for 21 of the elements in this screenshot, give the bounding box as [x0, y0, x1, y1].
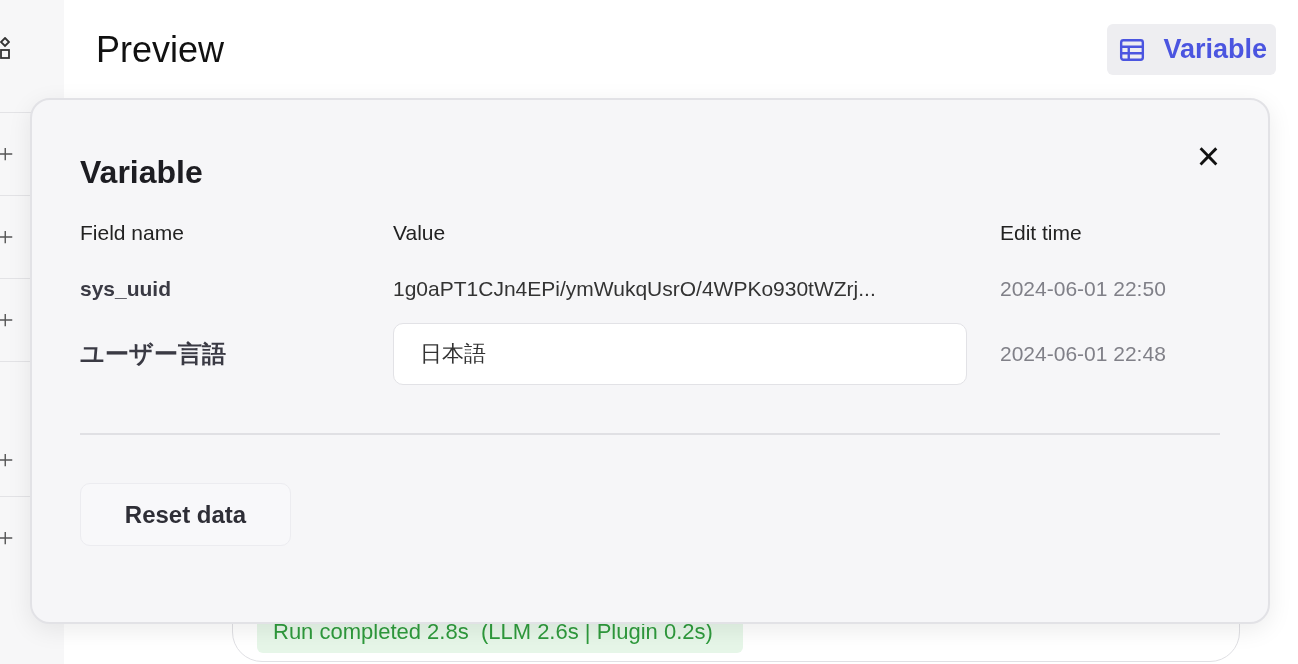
field-value: 1g0aPT1CJn4EPi/ymWukqUsrO/4WPKo930tWZrj...	[393, 276, 877, 302]
plus-icon[interactable]	[0, 530, 14, 546]
shapes-icon[interactable]	[0, 37, 10, 59]
dialog-title: Variable	[80, 154, 203, 191]
column-header: Edit time	[1000, 221, 1083, 246]
edit-time: 2024-06-01 22:48	[1000, 342, 1167, 366]
variable-button[interactable]: Variable	[1107, 24, 1276, 75]
page-title: Preview	[96, 28, 225, 71]
plus-icon[interactable]	[0, 452, 14, 468]
plus-icon[interactable]	[0, 312, 14, 328]
field-name: sys_uuid	[80, 277, 173, 301]
close-button[interactable]: ×	[1196, 136, 1220, 176]
plus-icon[interactable]	[0, 146, 14, 162]
edit-time: 2024-06-01 22:50	[1000, 277, 1167, 301]
value-field[interactable]: 日本語	[393, 323, 967, 385]
plus-icon[interactable]	[0, 229, 14, 245]
column-header: Value	[393, 221, 447, 246]
reset-data-button[interactable]: Reset data	[80, 483, 291, 546]
column-header: Field name	[80, 221, 185, 246]
field-name: ユーザー言語	[80, 339, 227, 369]
table-icon	[1119, 36, 1146, 63]
